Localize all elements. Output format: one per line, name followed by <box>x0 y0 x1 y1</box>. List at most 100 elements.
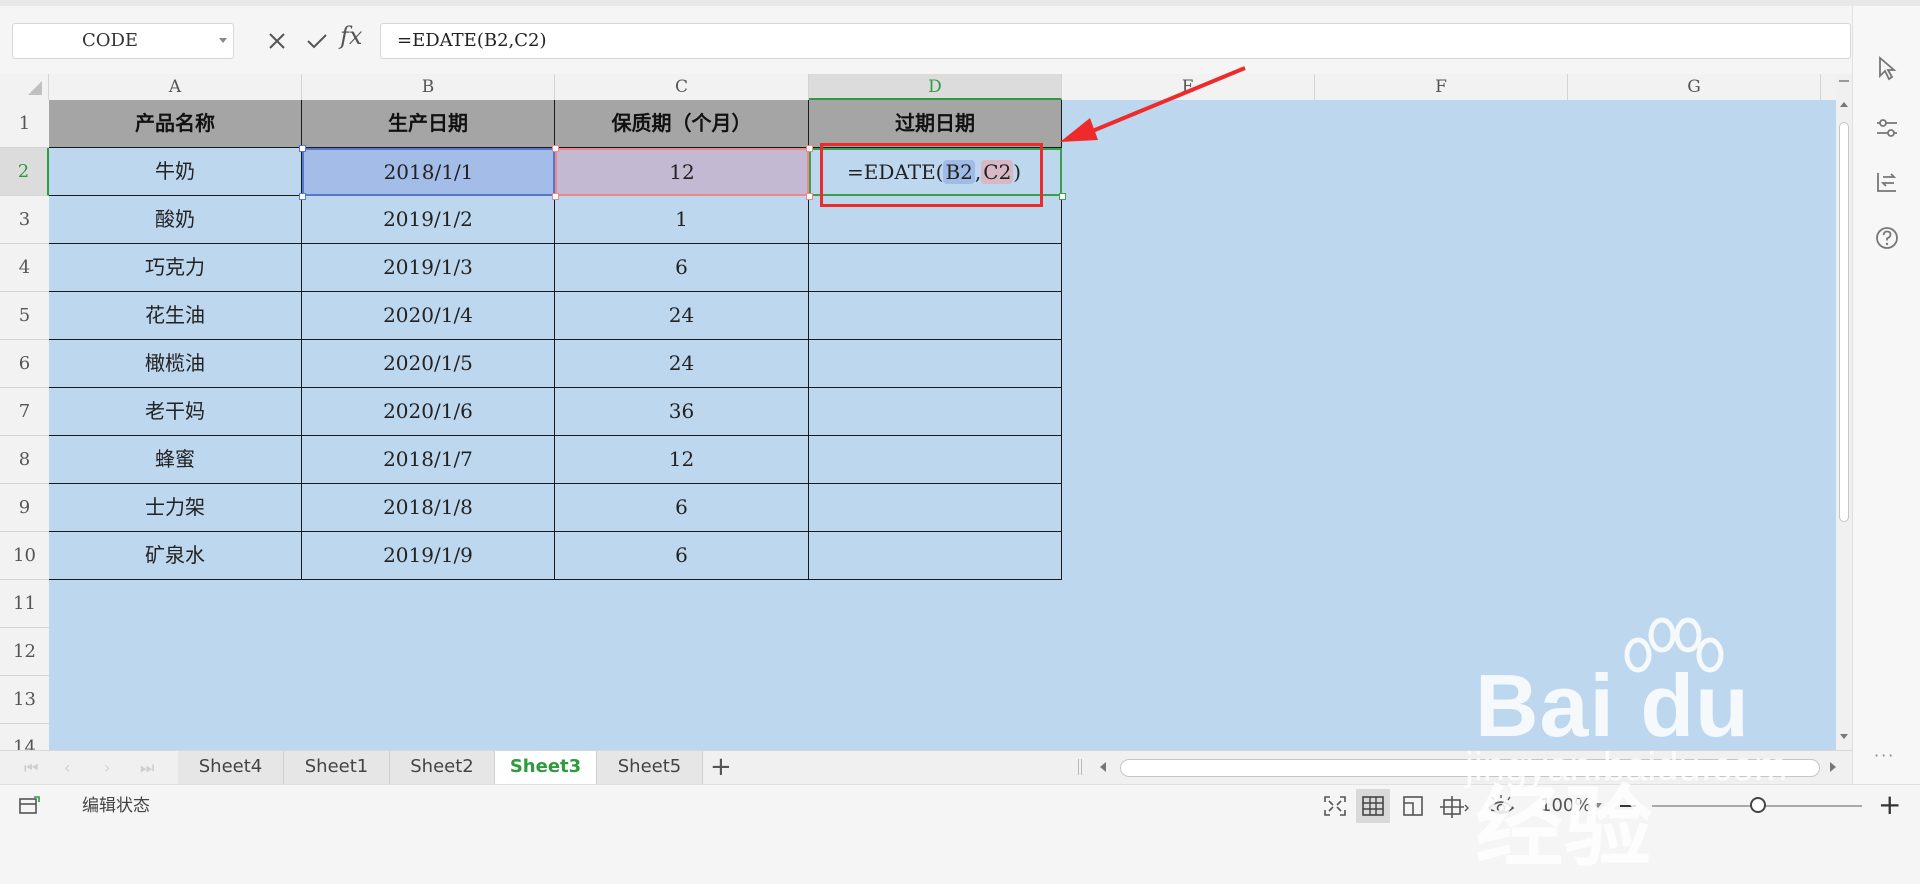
column-header-f[interactable]: F <box>1315 74 1568 100</box>
normal-view-button[interactable] <box>1356 789 1390 823</box>
cell-c8[interactable]: 12 <box>555 436 809 484</box>
cell-c7[interactable]: 36 <box>555 388 809 436</box>
row-header-12[interactable]: 12 <box>0 628 49 676</box>
row-header-11[interactable]: 11 <box>0 580 49 628</box>
zoom-in-icon[interactable]: + <box>1878 787 1901 823</box>
cell-b6[interactable]: 2020/1/5 <box>302 340 555 388</box>
cell-a5[interactable]: 花生油 <box>49 292 302 340</box>
check-icon[interactable] <box>302 26 332 56</box>
scroll-split-icon[interactable] <box>1839 80 1849 82</box>
cell-d6[interactable] <box>809 340 1062 388</box>
cell-d4[interactable] <box>809 244 1062 292</box>
column-header-c[interactable]: C <box>555 74 809 100</box>
prev-sheet-icon[interactable]: ‹ <box>64 758 70 777</box>
settings-sliders-icon[interactable] <box>1873 114 1901 142</box>
fullscreen-icon[interactable] <box>1322 794 1348 818</box>
range-handle[interactable] <box>552 145 559 152</box>
cell-a8[interactable]: 蜂蜜 <box>49 436 302 484</box>
cursor-icon[interactable] <box>1873 54 1901 82</box>
cell-d8[interactable] <box>809 436 1062 484</box>
range-handle[interactable] <box>299 145 306 152</box>
column-header-d[interactable]: D <box>809 74 1062 100</box>
column-header-b[interactable]: B <box>302 74 555 100</box>
header-cell-expiry-date[interactable]: 过期日期 <box>809 100 1062 148</box>
row-header-10[interactable]: 10 <box>0 532 49 580</box>
cell-c2[interactable]: 12 <box>555 148 809 196</box>
more-options-icon[interactable]: ··· <box>1874 746 1895 765</box>
cell-c3[interactable]: 1 <box>555 196 809 244</box>
cell-b9[interactable]: 2018/1/8 <box>302 484 555 532</box>
row-header-5[interactable]: 5 <box>0 292 49 340</box>
vertical-scroll-thumb[interactable] <box>1839 122 1849 522</box>
cell-d7[interactable] <box>809 388 1062 436</box>
transform-icon[interactable] <box>1873 168 1901 196</box>
page-layout-icon[interactable] <box>1400 794 1426 818</box>
cell-a10[interactable]: 矿泉水 <box>49 532 302 580</box>
row-header-8[interactable]: 8 <box>0 436 49 484</box>
header-cell-production-date[interactable]: 生产日期 <box>302 100 555 148</box>
cell-b2[interactable]: 2018/1/1 <box>302 148 555 196</box>
cell-c10[interactable]: 6 <box>555 532 809 580</box>
scroll-down-icon[interactable] <box>1840 734 1848 739</box>
cell-b4[interactable]: 2019/1/3 <box>302 244 555 292</box>
cell-a2[interactable]: 牛奶 <box>49 148 302 196</box>
formula-input[interactable]: =EDATE(B2,C2) <box>380 23 1851 59</box>
scroll-left-icon[interactable] <box>1100 762 1106 772</box>
first-sheet-icon[interactable]: ⏮ <box>24 758 38 778</box>
cell-b8[interactable]: 2018/1/7 <box>302 436 555 484</box>
header-cell-shelf-life[interactable]: 保质期（个月） <box>555 100 809 148</box>
fx-icon[interactable]: fx <box>340 22 370 52</box>
cell-a4[interactable]: 巧克力 <box>49 244 302 292</box>
cell-c5[interactable]: 24 <box>555 292 809 340</box>
add-sheet-icon[interactable]: + <box>710 752 732 782</box>
row-header-1[interactable]: 1 <box>0 100 49 148</box>
row-header-9[interactable]: 9 <box>0 484 49 532</box>
select-all-corner[interactable] <box>0 74 49 100</box>
cell-d9[interactable] <box>809 484 1062 532</box>
cell-b10[interactable]: 2019/1/9 <box>302 532 555 580</box>
cell-c9[interactable]: 6 <box>555 484 809 532</box>
tab-sheet3[interactable]: Sheet3 <box>495 751 597 784</box>
cell-a3[interactable]: 酸奶 <box>49 196 302 244</box>
range-handle[interactable] <box>806 145 813 152</box>
macro-record-icon[interactable] <box>16 794 42 818</box>
cell-c6[interactable]: 24 <box>555 340 809 388</box>
row-header-6[interactable]: 6 <box>0 340 49 388</box>
cell-c4[interactable]: 6 <box>555 244 809 292</box>
next-sheet-icon[interactable]: › <box>104 758 110 777</box>
close-icon[interactable] <box>262 26 292 56</box>
cell-b3[interactable]: 2019/1/2 <box>302 196 555 244</box>
column-header-g[interactable]: G <box>1568 74 1821 100</box>
splitter-handle[interactable] <box>1078 759 1082 775</box>
row-header-2[interactable]: 2 <box>0 148 49 196</box>
cell-a7[interactable]: 老干妈 <box>49 388 302 436</box>
scroll-up-icon[interactable] <box>1840 102 1848 107</box>
range-handle[interactable] <box>806 193 813 200</box>
tab-sheet5[interactable]: Sheet5 <box>597 751 703 784</box>
range-handle[interactable] <box>552 193 559 200</box>
row-header-4[interactable]: 4 <box>0 244 49 292</box>
cell-b7[interactable]: 2020/1/6 <box>302 388 555 436</box>
cell-d10[interactable] <box>809 532 1062 580</box>
spreadsheet-app: CODE fx =EDATE(B2,C2) A B C D E F G 1 2 … <box>0 0 1920 877</box>
column-header-a[interactable]: A <box>49 74 302 100</box>
cell-a6[interactable]: 橄榄油 <box>49 340 302 388</box>
name-box[interactable]: CODE <box>12 23 234 59</box>
cell-d5[interactable] <box>809 292 1062 340</box>
cell-a9[interactable]: 士力架 <box>49 484 302 532</box>
row-header-13[interactable]: 13 <box>0 676 49 724</box>
row-header-7[interactable]: 7 <box>0 388 49 436</box>
tab-sheet2[interactable]: Sheet2 <box>390 751 495 784</box>
tab-sheet1[interactable]: Sheet1 <box>284 751 390 784</box>
fill-handle[interactable] <box>1059 193 1066 200</box>
name-box-dropdown-icon[interactable] <box>219 38 227 43</box>
range-handle[interactable] <box>299 193 306 200</box>
tab-sheet4[interactable]: Sheet4 <box>178 751 284 784</box>
last-sheet-icon[interactable]: ⏭ <box>140 758 154 778</box>
row-header-3[interactable]: 3 <box>0 196 49 244</box>
page-break-icon[interactable] <box>1440 794 1470 818</box>
row-header-14[interactable]: 14 <box>0 724 49 750</box>
help-icon[interactable] <box>1873 224 1901 252</box>
header-cell-product[interactable]: 产品名称 <box>49 100 302 148</box>
cell-b5[interactable]: 2020/1/4 <box>302 292 555 340</box>
